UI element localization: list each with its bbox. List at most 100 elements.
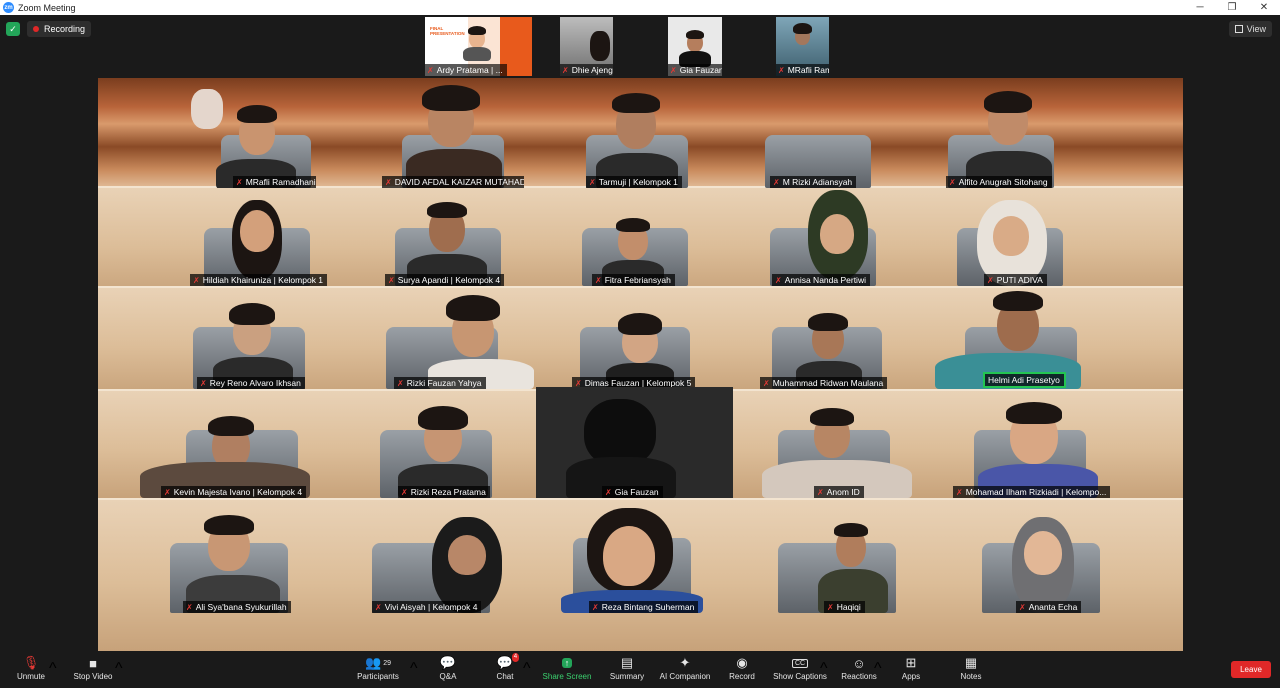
mic-off-icon: ✗ bbox=[778, 65, 785, 75]
chat-label: Chat bbox=[496, 672, 514, 681]
participant-tile[interactable]: ✗ Haqiqi bbox=[778, 513, 898, 613]
participant-tile[interactable]: ✗ Alfito Anugrah Sitohang bbox=[946, 83, 1058, 188]
participant-tile[interactable]: ✗ MRafli Ramadhani bbox=[181, 83, 316, 188]
avatar-hair bbox=[793, 23, 812, 34]
stop-video-button[interactable]: ■ Stop Video bbox=[70, 654, 116, 686]
leave-button[interactable]: Leave bbox=[1231, 661, 1271, 678]
waving-hand bbox=[191, 89, 223, 129]
participant-tile[interactable]: Helmi Adi Prasetyo bbox=[933, 291, 1083, 389]
chat-badge: 4 bbox=[511, 653, 520, 662]
ai-companion-label: AI Companion bbox=[659, 672, 711, 681]
participant-name: Gia Fauzan bbox=[614, 487, 659, 497]
participant-name: Mohamad Ilham Rizkiadi | Kelompo... bbox=[965, 487, 1107, 497]
thumbnail-tile[interactable]: ✗ Gia Fauzan bbox=[668, 17, 722, 76]
apps-button[interactable]: ⊞ Apps bbox=[898, 654, 924, 686]
summary-button[interactable]: ▤ Summary bbox=[608, 654, 646, 686]
share-icon: ↑ bbox=[561, 654, 573, 672]
chevron-up-icon[interactable]: ^ bbox=[410, 660, 418, 678]
participant-tile[interactable]: ✗ Ananta Echa bbox=[968, 513, 1103, 613]
unmute-button[interactable]: 🎙 Unmute bbox=[14, 654, 48, 686]
mic-off-icon: ✗ bbox=[427, 65, 434, 75]
participant-tile[interactable]: ✗ Annisa Nanda Pertiwi bbox=[770, 188, 882, 286]
participant-name: Ananta Echa bbox=[1028, 602, 1078, 612]
participant-tile[interactable]: ✗ PUTI ADIVA bbox=[933, 188, 1071, 286]
share-screen-button[interactable]: ↑ Share Screen bbox=[542, 654, 592, 686]
participant-tile[interactable]: ✗ Tarmuji | Kelompok 1 bbox=[582, 83, 692, 188]
record-dot-icon bbox=[33, 26, 39, 32]
thumbnail-tile[interactable]: ✗MRafli Ramadh... bbox=[776, 17, 829, 76]
mic-off-icon: ✗ bbox=[200, 378, 207, 388]
ai-companion-icon: ✦ bbox=[679, 655, 691, 670]
avatar-hair bbox=[418, 406, 468, 430]
close-icon[interactable]: ✕ bbox=[1248, 0, 1280, 15]
mic-off-icon: ✗ bbox=[817, 487, 824, 497]
participant-tile[interactable]: ✗ Mohamad Ilham Rizkiadi | Kelompo... bbox=[948, 400, 1123, 498]
participant-tile[interactable]: ✗ Rizki Reza Pratama bbox=[378, 400, 503, 498]
avatar-hair bbox=[422, 85, 480, 111]
mic-off-icon: ✗ bbox=[827, 602, 834, 612]
mic-off-icon: ✗ bbox=[236, 177, 243, 187]
participant-tile[interactable]: ✗ Vivi Aisyah | Kelompok 4 bbox=[372, 513, 512, 613]
participant-tile[interactable]: ✗ Anom ID bbox=[758, 400, 918, 498]
unmute-label: Unmute bbox=[16, 672, 45, 681]
shield-icon[interactable]: ✓ bbox=[6, 22, 20, 36]
mic-off-icon: ✗ bbox=[397, 378, 404, 388]
notes-button[interactable]: ▦ Notes bbox=[958, 654, 984, 686]
participant-tile[interactable]: ✗ Muhammad Ridwan Maulana bbox=[760, 291, 895, 389]
participant-name: DAVID AFDAL KAIZAR MUTAHADI bbox=[394, 177, 524, 187]
participant-tile[interactable]: ✗ Ali Sya'bana Syukurillah bbox=[168, 513, 298, 613]
participant-tile[interactable]: ✗ Reza Bintang Suherman bbox=[561, 508, 703, 613]
avatar-hair bbox=[984, 91, 1032, 113]
thumbnail-tile[interactable]: FINAL PRESENTATION ✗ Ardy Pratama | ... bbox=[425, 17, 532, 76]
participant-name: Rizki Reza Pratama bbox=[410, 487, 486, 497]
chevron-up-icon[interactable]: ^ bbox=[49, 660, 57, 678]
record-button[interactable]: ◉ Record bbox=[727, 654, 757, 686]
reactions-button[interactable]: ☺ Reactions bbox=[840, 654, 878, 686]
participant-name: Ardy Pratama | ... bbox=[436, 65, 503, 75]
participant-name: MRafli Ramadh... bbox=[787, 65, 829, 75]
participant-name: Tarmuji | Kelompok 1 bbox=[598, 177, 678, 187]
chevron-up-icon[interactable]: ^ bbox=[523, 660, 531, 678]
ai-companion-button[interactable]: ✦ AI Companion bbox=[657, 654, 713, 686]
chat-button[interactable]: 💬 4 Chat bbox=[493, 653, 520, 686]
mic-off-icon: ✗ bbox=[562, 65, 569, 75]
qa-button[interactable]: 💬 Q&A bbox=[436, 654, 460, 686]
mic-off-icon: ✗ bbox=[385, 177, 392, 187]
thumbnail-tile[interactable]: ✗ Dhie Ajeng bbox=[560, 17, 613, 76]
show-captions-label: Show Captions bbox=[773, 672, 827, 681]
mic-off-icon: ✗ bbox=[956, 487, 963, 497]
participant-name: Muhammad Ridwan Maulana bbox=[772, 378, 884, 388]
participant-tile-video[interactable]: ✗ Gia Fauzan bbox=[536, 387, 733, 498]
chevron-up-icon[interactable]: ^ bbox=[115, 660, 123, 678]
participants-label: Participants bbox=[357, 672, 399, 681]
participant-label: ✗ Dhie Ajeng bbox=[560, 64, 613, 76]
avatar-hair bbox=[808, 313, 848, 331]
participant-label: ✗ Vivi Aisyah | Kelompok 4 bbox=[372, 601, 482, 613]
mic-off-icon: ✗ bbox=[949, 177, 956, 187]
participant-name: Annisa Nanda Pertiwi bbox=[784, 275, 866, 285]
participant-tile[interactable]: ✗ Dimas Fauzan | Kelompok 5 bbox=[572, 291, 702, 389]
participants-button[interactable]: 👥 29 Participants bbox=[356, 654, 400, 686]
participant-tile[interactable]: ✗ Surya Apandi | Kelompok 4 bbox=[385, 188, 510, 286]
avatar bbox=[240, 210, 274, 252]
mic-off-icon: ✗ bbox=[775, 275, 782, 285]
avatar-hair bbox=[618, 313, 662, 335]
participant-tile[interactable]: ✗ Rey Reno Alvaro Ikhsan bbox=[193, 291, 313, 389]
participant-tile[interactable]: ✗ Fitra Febriansyah bbox=[580, 188, 690, 286]
participant-tile[interactable]: ✗ Kevin Majesta Ivano | Kelompok 4 bbox=[136, 400, 316, 498]
recording-indicator[interactable]: Recording bbox=[27, 21, 92, 37]
record-icon: ◉ bbox=[736, 655, 748, 670]
participant-label: ✗ Gia Fauzan bbox=[668, 64, 722, 76]
participant-tile[interactable]: ✗ Rizki Fauzan Yahya bbox=[386, 291, 536, 389]
chevron-up-icon[interactable]: ^ bbox=[820, 660, 828, 678]
avatar-hair bbox=[590, 31, 610, 61]
participant-tile[interactable]: ✗ DAVID AFDAL KAIZAR MUTAHADI bbox=[382, 83, 524, 188]
participant-label: ✗ Gia Fauzan bbox=[602, 486, 663, 498]
participant-tile[interactable]: ✗ M Rizki Adiansyah bbox=[765, 83, 871, 188]
restore-icon[interactable]: ❐ bbox=[1216, 0, 1248, 15]
chevron-up-icon[interactable]: ^ bbox=[874, 660, 882, 678]
meeting-toolbar: 🎙 Unmute ^ ■ Stop Video ^ 👥 29 Participan… bbox=[0, 651, 1280, 688]
minimize-icon[interactable]: ─ bbox=[1184, 0, 1216, 15]
participant-tile[interactable]: ✗ Hildiah Khairuniza | Kelompok 1 bbox=[190, 188, 330, 286]
view-button[interactable]: View bbox=[1228, 21, 1272, 37]
